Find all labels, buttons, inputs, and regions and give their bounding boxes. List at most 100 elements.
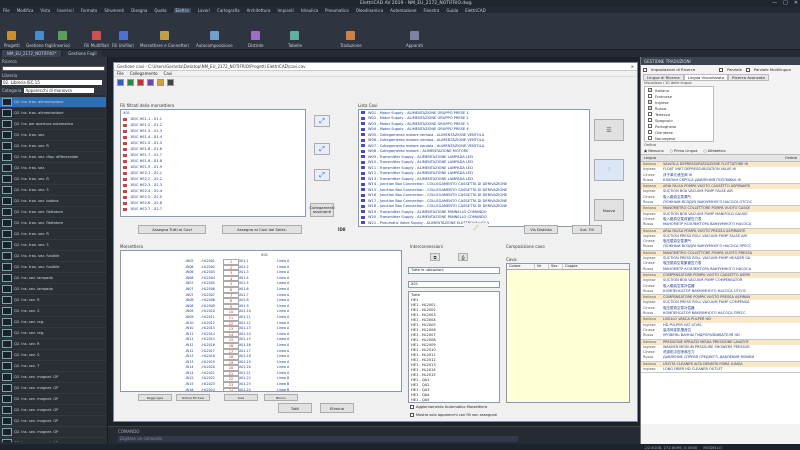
symbol-item[interactable]: Q2. Ins. tras. alimentazione xyxy=(0,108,106,119)
connect-up-button[interactable]: ⤢ xyxy=(314,115,330,127)
menu-item[interactable]: Vista xyxy=(40,8,50,13)
translation-entry[interactable]: Italiano COMPENSATORE POMPA VUOTO PRESSA … xyxy=(641,295,800,318)
composition-table[interactable]: Colore Nr Sez Coppia xyxy=(506,263,630,403)
symbol-item[interactable]: Q2. Ins. tras. sez. fusibile xyxy=(0,251,106,262)
intercon-item[interactable]: HE1 - QA5 xyxy=(409,397,499,402)
language-checkbox[interactable]: ✓ xyxy=(648,100,652,104)
symbol-item[interactable]: Q2. Ins. tras. sez. flottatore xyxy=(0,207,106,218)
dialog-close-icon[interactable]: ✕ xyxy=(631,64,634,69)
delete-button[interactable]: Elimina xyxy=(320,403,354,413)
delete-icon[interactable] xyxy=(137,78,144,86)
tab-advanced[interactable]: Ricerca Avanzata xyxy=(728,73,769,81)
minimize-icon[interactable]: — xyxy=(772,0,777,6)
symbol-item[interactable]: Q2. Ins. sez. magnet. GP xyxy=(0,372,106,383)
symbol-item[interactable]: Q2. Ins. sez. lampada xyxy=(0,284,106,295)
dlg-menu-cables[interactable]: Cavi xyxy=(164,71,173,76)
symbol-item[interactable]: Q2. Ins. sez. magnet. GP xyxy=(0,383,106,394)
symbol-item[interactable]: Q2. Ins. tras. sez. R xyxy=(0,174,106,185)
block-select[interactable]: X01 xyxy=(408,281,500,288)
symbol-item[interactable]: Q2. Ins. sez. magnet. GP xyxy=(0,405,106,416)
symbol-item[interactable]: Q2. Ins. sez. R xyxy=(0,339,106,350)
close-icon[interactable]: ✕ xyxy=(794,0,798,6)
maximize-icon[interactable]: □ xyxy=(783,0,788,6)
symbol-item[interactable]: Q2. Ins. tras. sez. S xyxy=(0,185,106,196)
menu-item[interactable]: Idraulica xyxy=(301,8,318,13)
connector-icon[interactable]: ⟋ xyxy=(464,223,488,233)
ribbon-group[interactable]: Traduzione xyxy=(340,15,362,48)
order-button[interactable]: Ordina Fili Cavi xyxy=(176,394,210,401)
assign-all-button[interactable]: Assegna Tutti ai Cavi xyxy=(138,225,206,234)
ribbon-group[interactable]: Distinte xyxy=(248,15,264,48)
symbol-item[interactable]: Q2. Ins. sez. magnet. GP xyxy=(0,394,106,405)
menu-item[interactable]: Formato xyxy=(81,8,98,13)
connect-down-button[interactable]: ⤢ xyxy=(314,169,330,181)
symbol-item[interactable]: Q2. Ins. tras. sez. xyxy=(0,130,106,141)
export-icon[interactable] xyxy=(157,78,164,86)
dlg-menu-link[interactable]: Collegamento xyxy=(130,71,158,76)
language-checkbox[interactable] xyxy=(648,124,652,128)
auto-fill-button[interactable]: Aut. Fili xyxy=(572,225,602,234)
auto-update-checkbox[interactable] xyxy=(410,405,414,409)
cable-type-button[interactable]: ⫶ xyxy=(594,159,624,181)
menu-item[interactable]: ElettriCAD xyxy=(465,8,486,13)
menu-item[interactable]: Inserisci xyxy=(57,8,73,13)
ribbon-group[interactable]: Gestione fogli xyxy=(26,15,54,48)
menu-item[interactable]: Strumenti xyxy=(104,8,124,13)
menu-item[interactable]: Oleodinamica xyxy=(356,8,383,13)
tab-search-langs[interactable]: Lingue di Ricerca xyxy=(643,73,684,81)
translation-entry[interactable]: Italiano LIVELLO VASCA PULPER HD Inglese HD… xyxy=(641,317,800,340)
ribbon-group[interactable]: Tabelle xyxy=(288,15,302,48)
symbol-item[interactable]: Q2. Ins. tras. sez. R xyxy=(0,229,106,240)
symbol-item[interactable]: Q2. Ins. sez. S xyxy=(0,350,106,361)
language-checkbox[interactable] xyxy=(648,112,652,116)
tab-view-lang[interactable]: Lingua Visualizzata xyxy=(683,73,729,81)
new-icon[interactable] xyxy=(117,78,124,86)
menu-item[interactable]: Automazione xyxy=(390,8,416,13)
sheet-button[interactable]: Sola xyxy=(224,394,258,401)
symbol-item[interactable]: Q2. Ins. tras. sez. xyxy=(0,163,106,174)
menu-item[interactable]: Cartografia xyxy=(217,8,240,13)
translation-entry[interactable]: Italiano MANOMETRO COLLETTORE POMPA VUOTO… xyxy=(641,206,800,229)
menu-item[interactable]: Modifica xyxy=(17,8,34,13)
translation-entry[interactable]: Italiano ARIA FALSA POMPA VUOTO CASSETTO … xyxy=(641,184,800,207)
ribbon-group[interactable]: Fili Unifilari xyxy=(112,15,134,48)
menu-item[interactable]: Guida xyxy=(446,8,458,13)
order-none[interactable]: ◉ Nessuno xyxy=(644,149,664,153)
menu-item[interactable]: Pneumatica xyxy=(325,8,349,13)
symbol-item[interactable]: Q2. Ins. sez. magnet. GP xyxy=(0,427,106,438)
link-icon[interactable] xyxy=(147,78,154,86)
menu-item[interactable]: Elettro xyxy=(173,7,191,13)
symbol-item[interactable]: Q2. Ins. tras. sez. fusibile xyxy=(0,262,106,273)
translation-entry[interactable]: Italiano COMPENSATORE POMPA VUOTO CASSETT… xyxy=(641,272,800,296)
new-cable-button[interactable]: Nuovo xyxy=(594,199,624,221)
ribbon-group[interactable]: Progetti xyxy=(4,15,20,48)
all-button[interactable]: Tutti xyxy=(278,403,312,413)
language-checkbox[interactable] xyxy=(648,94,652,98)
translation-entry[interactable]: Italiano PRESSIONE SPRUZZI MEDIA PRESSION… xyxy=(641,339,800,362)
menu-item[interactable]: Disegna xyxy=(131,8,147,13)
ribbon-group[interactable]: Apparati xyxy=(406,15,423,48)
open-icon[interactable] xyxy=(127,78,134,86)
order-first[interactable]: ○ Prima Lingua xyxy=(670,149,698,153)
symbol-item[interactable]: Q2. Ins. sez. reg. xyxy=(0,328,106,339)
symbol-item[interactable]: Q2. Ins. sez. R xyxy=(0,295,106,306)
menu-item[interactable]: Finestra xyxy=(423,8,439,13)
menu-item[interactable]: File xyxy=(3,8,10,13)
language-checkbox[interactable] xyxy=(648,130,652,134)
cable-list[interactable]: W01 - Motor Supply - ALIMENTAZIONE GRUPP… xyxy=(358,109,590,227)
copy-icon[interactable]: ⧉ xyxy=(430,253,440,261)
symbol-item[interactable]: Q2. Ins. tras. alimentazione xyxy=(0,97,106,108)
location-select[interactable]: Tutte le ubicazioni xyxy=(408,267,500,274)
menu-item[interactable]: Quota xyxy=(154,8,166,13)
language-checkbox[interactable]: ✓ xyxy=(648,88,652,92)
search-input[interactable] xyxy=(2,66,105,71)
filtered-wire-row[interactable]: 1B/C HE2.7 - X2.7 xyxy=(121,206,305,212)
translation-entry[interactable]: Italiano ARIA FALSA POMPA VUOTO PRESSA AS… xyxy=(641,228,800,251)
translation-entry[interactable]: Italiano VALVOLA DEPRESSURIZZAZIONE FLOTT… xyxy=(641,162,800,185)
ribbon-group[interactable]: Inserisci xyxy=(54,15,70,48)
language-item[interactable]: Norvegese xyxy=(645,135,713,141)
translation-entry[interactable]: Italiano USCITA CLEANER ALTA DENSITA FIBR… xyxy=(641,361,800,374)
block-button[interactable]: Blocco xyxy=(264,394,298,401)
symbol-item[interactable]: Q2. Ins. sez. S xyxy=(0,306,106,317)
tab-sheets[interactable]: Gestione Fogli xyxy=(63,50,102,57)
